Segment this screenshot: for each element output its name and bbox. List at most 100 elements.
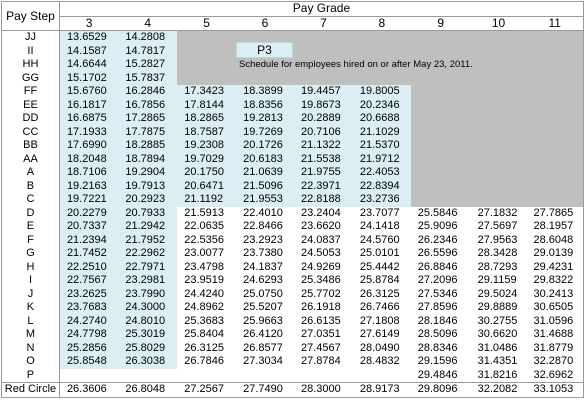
rate-cell: 21.5096: [236, 179, 294, 193]
rate-cell: 21.5370: [352, 139, 411, 153]
rate-cell: 21.7952: [118, 233, 178, 247]
pay-step-label: K: [1, 301, 60, 315]
pay-step-label: L: [1, 314, 60, 328]
rate-cell: 25.8784: [352, 274, 411, 288]
red-circle-cell: 28.9173: [352, 382, 411, 397]
rate-cell: 31.4351: [470, 355, 527, 369]
grade-header: 6: [236, 16, 294, 31]
rate-cell: 19.7221: [59, 193, 119, 207]
rate-cell: 19.4457: [293, 85, 353, 99]
rate-cell: 18.7106: [59, 166, 119, 180]
rate-cell: 23.7077: [352, 206, 411, 220]
rate-cell: [526, 139, 584, 153]
rate-cell: [470, 152, 527, 166]
pay-step-label: B: [1, 179, 60, 193]
rate-cell: 15.2827: [118, 58, 178, 72]
table-row: CC 17.1933 17.7875 18.7587 19.7269 20.7106 21.…: [1, 125, 584, 139]
rate-cell: 17.3423: [177, 85, 237, 99]
rate-cell: 16.6875: [59, 112, 119, 126]
rate-cell: 20.6471: [177, 179, 237, 193]
rate-cell: 21.9755: [293, 166, 353, 180]
rate-cell: [470, 125, 527, 139]
rate-cell: 25.0101: [352, 247, 411, 261]
rate-cell: 24.1837: [236, 260, 294, 274]
rate-cell: 27.8784: [293, 355, 353, 369]
pay-step-label: A: [1, 166, 60, 180]
rate-cell: 22.4010: [236, 206, 294, 220]
table-row: FF 15.6760 16.2846 17.3423 18.3899 19.4457 19.…: [1, 85, 584, 99]
rate-cell: 21.5913: [177, 206, 237, 220]
rate-cell: 27.9563: [470, 233, 527, 247]
rate-cell: 23.2923: [236, 233, 294, 247]
table-row: AA 18.2048 18.7894 19.7029 20.6183 21.5538 21.…: [1, 152, 584, 166]
rate-cell: [526, 125, 584, 139]
table-row: P 29.4846 31.8216 32.6962: [1, 368, 584, 383]
table-row: F 21.2394 21.7952 22.5356 23.2923 24.0837 24.5…: [1, 233, 584, 247]
rate-cell: [410, 44, 471, 58]
rate-cell: 24.9269: [293, 260, 353, 274]
rate-cell: 19.7269: [236, 125, 294, 139]
rate-cell: 17.2865: [118, 112, 178, 126]
rate-cell: 26.3038: [118, 355, 178, 369]
pay-step-label: J: [1, 287, 60, 301]
rate-cell: 29.1596: [410, 355, 471, 369]
table-row: C 19.7221 20.2923 21.1192 21.9553 22.8188 23.2…: [1, 193, 584, 207]
rate-cell: [410, 71, 471, 85]
rate-cell: 20.7106: [293, 125, 353, 139]
rate-cell: [526, 193, 584, 207]
pay-step-label: JJ: [1, 30, 60, 45]
red-circle-cell: 32.2082: [470, 382, 527, 397]
rate-cell: 30.6620: [470, 328, 527, 342]
table-row: DD 16.6875 17.2865 18.2865 19.2813 20.2889 20.…: [1, 112, 584, 126]
schedule-code-badge: P3: [236, 42, 293, 58]
rate-cell: [410, 166, 471, 180]
rate-cell: 28.5096: [410, 328, 471, 342]
rate-cell: 29.4846: [410, 368, 471, 383]
table-row: D 20.2279 20.7933 21.5913 22.4010 23.2404 23.7…: [1, 206, 584, 220]
rate-cell: [470, 58, 527, 72]
red-circle-label: Red Circle: [1, 382, 60, 397]
rate-cell: [410, 152, 471, 166]
schedule-note: Schedule for employees hired on or after…: [239, 59, 473, 70]
rate-cell: 26.5596: [410, 247, 471, 261]
rate-cell: [410, 30, 471, 45]
pay-step-label: AA: [1, 152, 60, 166]
rate-cell: 23.6620: [293, 220, 353, 234]
rate-cell: [470, 71, 527, 85]
rate-cell: 26.3125: [177, 341, 237, 355]
rate-cell: 20.2889: [293, 112, 353, 126]
rate-cell: 27.1808: [352, 314, 411, 328]
rate-cell: 20.7933: [118, 206, 178, 220]
rate-cell: [177, 58, 237, 72]
rate-cell: 22.0635: [177, 220, 237, 234]
rate-cell: 17.1933: [59, 125, 119, 139]
rate-cell: 26.6135: [293, 314, 353, 328]
rate-cell: 14.7817: [118, 44, 178, 58]
rate-cell: 19.2813: [236, 112, 294, 126]
rate-cell: 31.8216: [470, 368, 527, 383]
pay-step-label: E: [1, 220, 60, 234]
rate-cell: [470, 166, 527, 180]
rate-cell: 29.4231: [526, 260, 584, 274]
rate-cell: 21.9553: [236, 193, 294, 207]
rate-cell: [293, 30, 353, 45]
table-row: M 24.7798 25.3019 25.8404 26.4120 27.0351 27.6…: [1, 328, 584, 342]
rate-cell: 28.7293: [470, 260, 527, 274]
rate-cell: 29.5024: [470, 287, 527, 301]
rate-cell: 28.6048: [526, 233, 584, 247]
grade-header: 11: [526, 16, 584, 31]
pay-step-label: M: [1, 328, 60, 342]
rate-cell: [410, 112, 471, 126]
grade-header: 7: [293, 16, 353, 31]
rate-cell: 18.8356: [236, 98, 294, 112]
rate-cell: 30.2755: [470, 314, 527, 328]
table-row: GG 15.1702 15.7837: [1, 71, 584, 85]
rate-cell: 15.7837: [118, 71, 178, 85]
rate-cell: 20.2346: [352, 98, 411, 112]
rate-cell: 17.7875: [118, 125, 178, 139]
rate-cell: 26.8577: [236, 341, 294, 355]
pay-step-label: O: [1, 355, 60, 369]
rate-cell: 25.3486: [293, 274, 353, 288]
rate-cell: 25.8404: [177, 328, 237, 342]
rate-cell: 23.4798: [177, 260, 237, 274]
